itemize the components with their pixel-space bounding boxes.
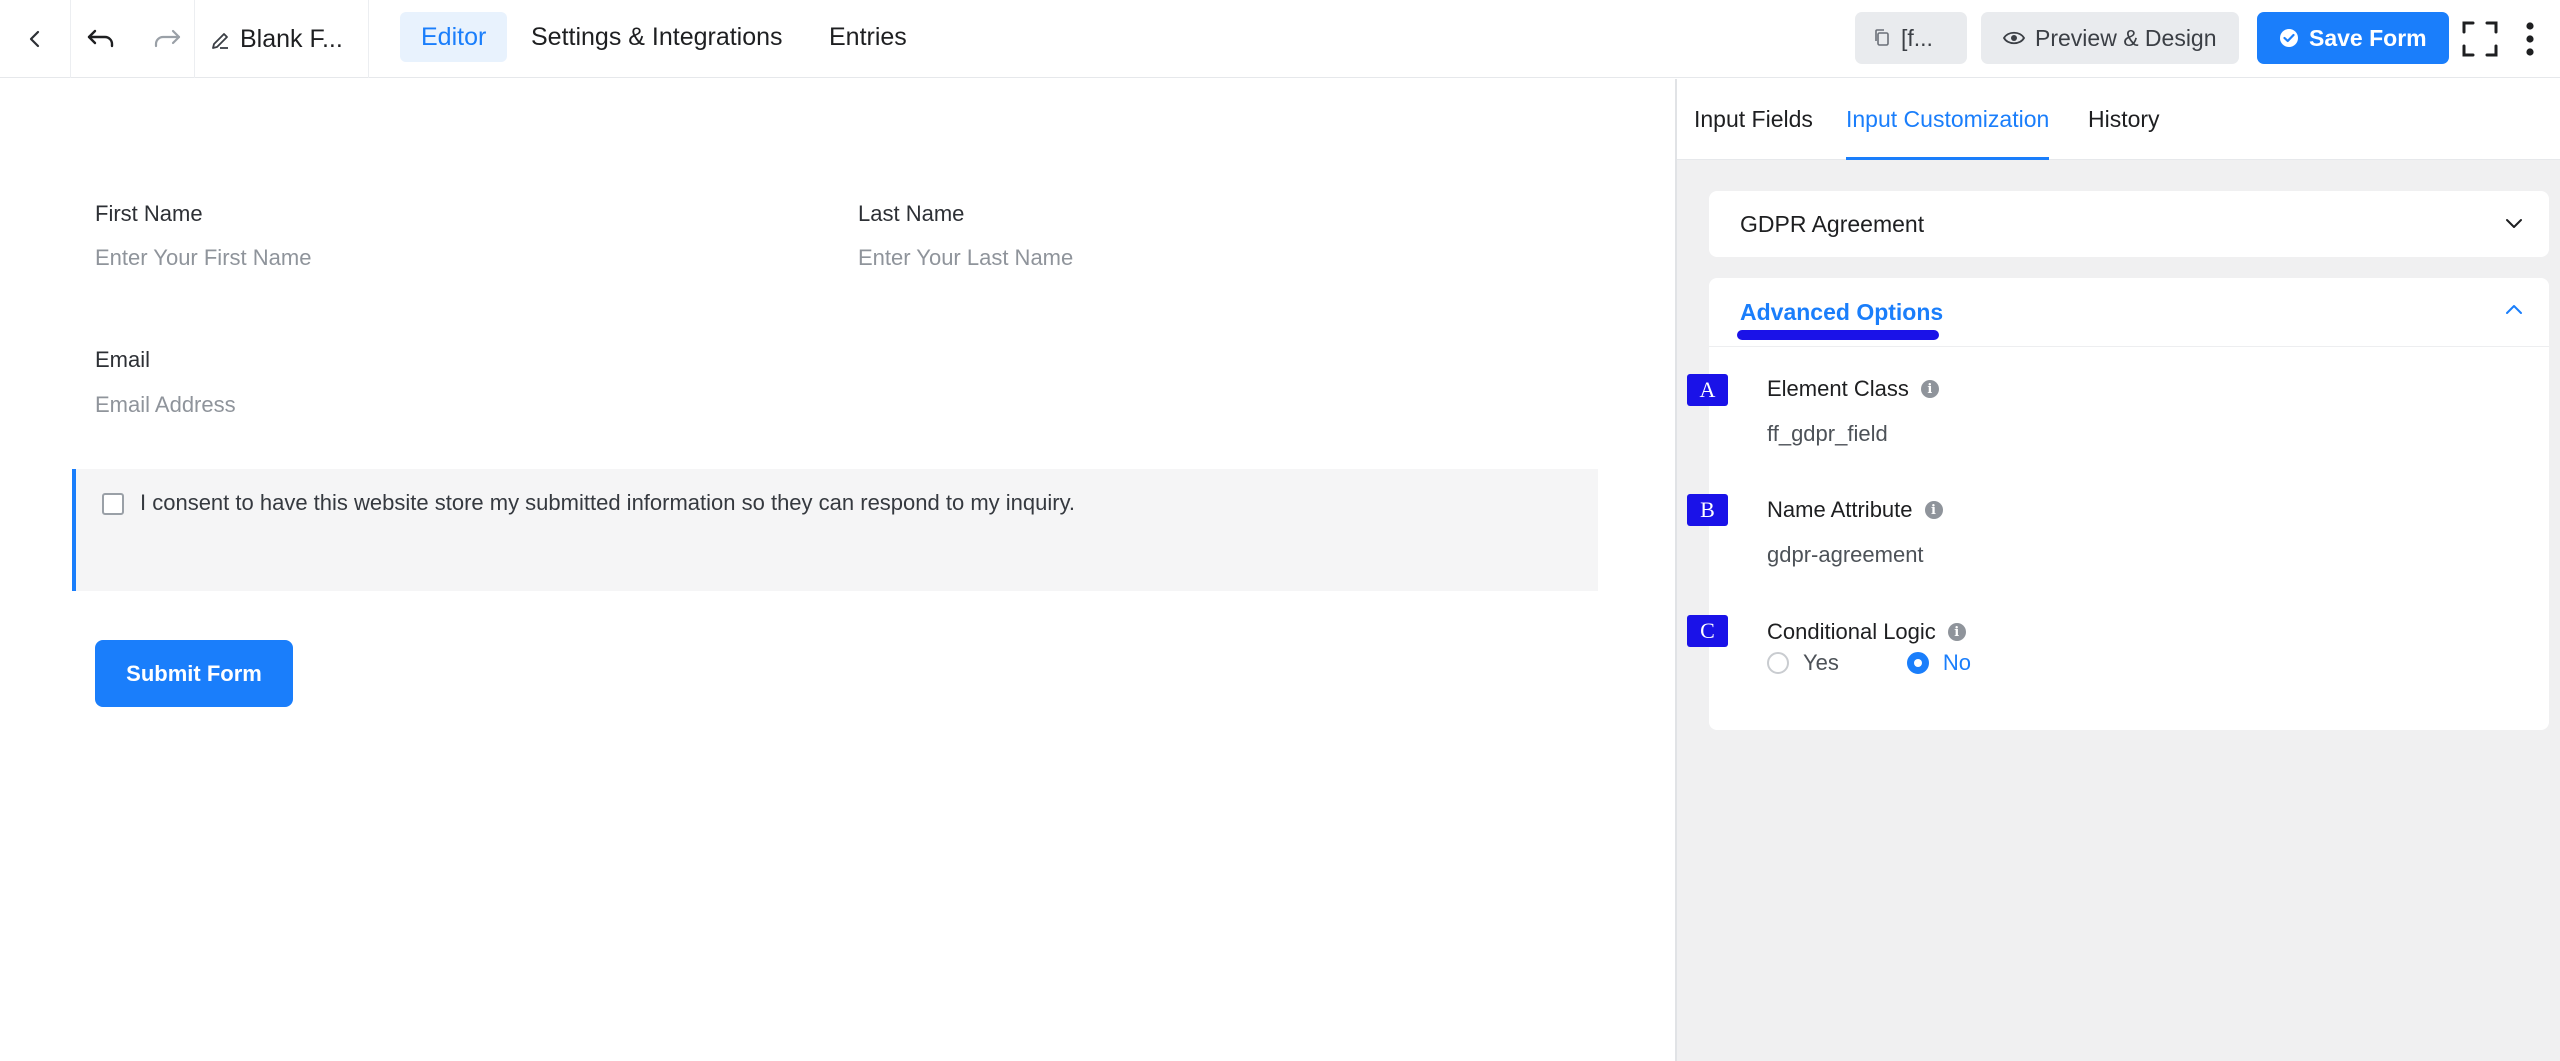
name-attribute-label-text: Name Attribute xyxy=(1767,497,1913,522)
divider xyxy=(368,0,369,78)
submit-form-button[interactable]: Submit Form xyxy=(95,640,293,707)
info-icon[interactable]: i xyxy=(1920,380,1939,398)
panel-tabs: Input Fields Input Customization History xyxy=(1677,79,2560,160)
radio-yes[interactable]: Yes xyxy=(1767,650,1839,676)
chevron-down-icon xyxy=(2503,213,2525,240)
element-class-label-text: Element Class xyxy=(1767,376,1909,401)
form-title[interactable]: Blank F... xyxy=(210,0,343,78)
tab-settings-integrations[interactable]: Settings & Integrations xyxy=(510,12,804,62)
tab-entries[interactable]: Entries xyxy=(808,12,928,62)
preview-design-button[interactable]: Preview & Design xyxy=(1981,12,2239,64)
name-attribute-input[interactable]: gdpr-agreement xyxy=(1767,542,1924,568)
element-class-label: Element Class i xyxy=(1767,376,1939,402)
tab-history-label: History xyxy=(2088,106,2160,132)
highlight-underline xyxy=(1737,330,1939,340)
form-canvas: First Name Enter Your First Name Last Na… xyxy=(0,79,1675,1061)
gdpr-checkbox[interactable] xyxy=(102,493,124,515)
save-label: Save Form xyxy=(2309,24,2427,51)
shortcode-label: [f... xyxy=(1901,24,1933,51)
last-name-input[interactable]: Enter Your Last Name xyxy=(858,245,1073,271)
first-name-input[interactable]: Enter Your First Name xyxy=(95,245,311,271)
marker-b: B xyxy=(1687,494,1728,526)
eye-icon xyxy=(2003,31,2025,45)
redo-button[interactable] xyxy=(152,27,182,51)
tab-input-fields-label: Input Fields xyxy=(1694,106,1813,132)
info-icon[interactable]: i xyxy=(1924,501,1943,519)
fullscreen-button[interactable] xyxy=(2458,0,2502,78)
top-toolbar: Blank F... Editor Settings & Integration… xyxy=(0,0,2560,78)
save-form-button[interactable]: Save Form xyxy=(2257,12,2449,64)
radio-no-circle[interactable] xyxy=(1906,652,1929,674)
gdpr-agreement-section[interactable]: GDPR Agreement xyxy=(1709,191,2549,257)
back-button[interactable] xyxy=(0,0,70,78)
settings-panel: Input Fields Input Customization History… xyxy=(1675,79,2560,1061)
tab-editor[interactable]: Editor xyxy=(400,12,508,62)
email-input[interactable]: Email Address xyxy=(95,392,236,418)
history-controls xyxy=(71,0,197,78)
undo-icon xyxy=(87,29,114,48)
gdpr-section-title: GDPR Agreement xyxy=(1740,211,1925,237)
preview-label: Preview & Design xyxy=(2035,24,2217,51)
form-title-text: Blank F... xyxy=(240,24,343,53)
conditional-logic-label: Conditional Logic i xyxy=(1767,619,1966,645)
chevron-up-icon[interactable] xyxy=(2503,298,2525,325)
gdpr-consent-text: I consent to have this website store my … xyxy=(140,490,1076,515)
conditional-logic-radio-group: Yes No xyxy=(1767,650,1971,676)
shortcode-button[interactable]: [f... xyxy=(1855,12,1967,64)
marker-c: C xyxy=(1687,615,1728,647)
conditional-logic-label-text: Conditional Logic xyxy=(1767,619,1936,644)
fullscreen-icon xyxy=(2462,21,2498,57)
last-name-label: Last Name xyxy=(858,201,965,226)
radio-no-label: No xyxy=(1942,650,1972,675)
undo-button[interactable] xyxy=(86,27,116,51)
name-attribute-label: Name Attribute i xyxy=(1767,497,1943,523)
tab-input-customization-label: Input Customization xyxy=(1846,106,2050,132)
tab-entries-label: Entries xyxy=(829,22,907,51)
radio-yes-circle[interactable] xyxy=(1767,652,1789,674)
more-options-button[interactable] xyxy=(2512,0,2548,78)
tab-editor-label: Editor xyxy=(421,22,487,51)
radio-no[interactable]: No xyxy=(1906,650,1972,676)
submit-label: Submit Form xyxy=(126,660,262,686)
email-label: Email xyxy=(95,347,151,372)
divider xyxy=(194,0,195,78)
advanced-options-title[interactable]: Advanced Options xyxy=(1740,299,1943,326)
advanced-options-section: Advanced Options A Element Class i ff_gd… xyxy=(1687,278,2549,730)
tab-history[interactable]: History xyxy=(2088,79,2160,160)
edit-pencil-icon xyxy=(212,33,228,49)
radio-yes-label: Yes xyxy=(1803,650,1839,675)
tab-input-customization[interactable]: Input Customization xyxy=(1846,79,2050,160)
copy-icon xyxy=(1875,29,1889,46)
info-icon[interactable]: i xyxy=(1947,623,1966,641)
kebab-menu-icon xyxy=(2526,22,2534,56)
first-name-label: First Name xyxy=(95,201,203,226)
marker-a: A xyxy=(1687,374,1728,406)
section-divider xyxy=(1709,346,2549,347)
element-class-input[interactable]: ff_gdpr_field xyxy=(1767,421,1888,447)
redo-icon xyxy=(154,29,181,48)
gdpr-agreement-field[interactable]: I consent to have this website store my … xyxy=(72,469,1598,591)
check-circle-icon xyxy=(2280,29,2298,47)
chevron-left-icon xyxy=(29,30,40,48)
tab-settings-label: Settings & Integrations xyxy=(531,22,783,51)
tab-input-fields[interactable]: Input Fields xyxy=(1694,79,1813,160)
